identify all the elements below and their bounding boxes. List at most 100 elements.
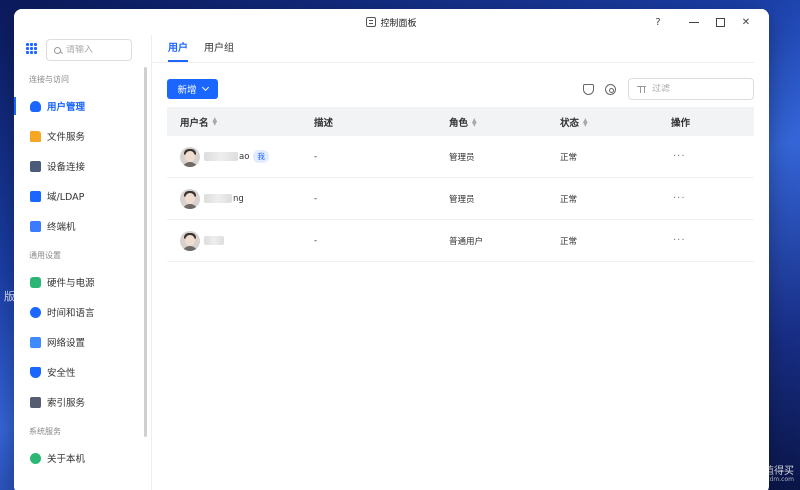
sidebar-item-label: 关于本机	[47, 454, 86, 465]
avatar	[180, 230, 200, 251]
control-panel-icon	[366, 17, 377, 27]
blurred-username	[204, 236, 224, 245]
close-icon: ✕	[741, 16, 751, 28]
sidebar-search-input[interactable]	[66, 45, 126, 55]
me-badge: 我	[253, 150, 269, 163]
title-bar[interactable]: 控制面板 ? ✕	[14, 9, 769, 35]
sort-icon: ▲ ▼	[583, 117, 588, 128]
column-role[interactable]: 角色 ▲ ▼	[449, 115, 560, 129]
shield-icon[interactable]	[583, 84, 594, 95]
control-separator	[671, 14, 681, 30]
app-grid-icon[interactable]	[26, 43, 37, 54]
avatar	[180, 188, 200, 209]
username-cell: ao 我	[167, 146, 314, 167]
more-actions-icon[interactable]: ···	[671, 193, 686, 204]
avatar	[180, 146, 200, 167]
sidebar-item-user-management[interactable]: 用户管理	[14, 91, 151, 121]
tab-bar: 用户 用户组	[152, 35, 754, 63]
table-header: 用户名 ▲ ▼ 描述 角色 ▲ ▼ 状态 ▲ ▼ 操作	[167, 107, 754, 136]
status-cell: 正常	[560, 236, 578, 247]
sidebar-item-device-connection[interactable]: 设备连接	[14, 151, 151, 181]
user-icon	[30, 100, 41, 112]
gear-icon[interactable]	[605, 84, 616, 95]
network-icon	[30, 336, 41, 348]
minimize-button[interactable]	[681, 14, 707, 30]
description-cell: -	[314, 235, 318, 246]
device-icon	[30, 160, 41, 172]
sidebar-item-hardware-power[interactable]: 硬件与电源	[14, 267, 151, 297]
search-icon	[54, 46, 61, 54]
table-row[interactable]: - 普通用户 正常 ···	[167, 220, 754, 262]
sidebar-top	[14, 35, 151, 65]
sidebar-search[interactable]	[46, 39, 132, 61]
chevron-down-icon	[201, 83, 209, 92]
sidebar-item-label: 设备连接	[47, 162, 86, 173]
minimize-icon	[689, 21, 699, 23]
blurred-username	[204, 152, 238, 161]
tab-users[interactable]: 用户	[168, 35, 188, 62]
table-row[interactable]: ng - 管理员 正常 ···	[167, 178, 754, 220]
status-cell: 正常	[560, 194, 578, 205]
sidebar-item-network[interactable]: 网络设置	[14, 327, 151, 357]
column-username[interactable]: 用户名 ▲ ▼	[167, 115, 314, 129]
sidebar-item-label: 用户管理	[47, 102, 86, 113]
maximize-icon	[715, 17, 725, 27]
sidebar: 连接与访问 用户管理 文件服务 设备连接 域/LDAP 终端机 通用设置 硬件与…	[14, 35, 152, 490]
sidebar-item-file-service[interactable]: 文件服务	[14, 121, 151, 151]
sidebar-item-time-language[interactable]: 时间和语言	[14, 297, 151, 327]
shield-icon	[30, 366, 41, 378]
sidebar-item-ldap[interactable]: 域/LDAP	[14, 181, 151, 211]
more-actions-icon[interactable]: ···	[671, 235, 686, 246]
info-icon	[30, 452, 41, 464]
sidebar-item-about[interactable]: 关于本机	[14, 443, 151, 473]
username-suffix: ao	[239, 151, 250, 162]
sidebar-item-index-service[interactable]: 索引服务	[14, 387, 151, 417]
hardware-icon	[30, 276, 41, 288]
filter-input[interactable]	[652, 84, 742, 94]
more-actions-icon[interactable]: ···	[671, 151, 686, 162]
sidebar-item-label: 硬件与电源	[47, 278, 95, 289]
window-controls: ? ✕	[645, 14, 759, 30]
sidebar-item-label: 终端机	[47, 222, 76, 233]
filter-field[interactable]	[628, 78, 754, 100]
index-icon	[30, 396, 41, 408]
sidebar-group-system: 系统服务	[29, 427, 61, 436]
description-cell: -	[314, 151, 318, 162]
new-button[interactable]: 新增	[167, 79, 218, 99]
sidebar-item-label: 文件服务	[47, 132, 86, 143]
sidebar-item-terminal[interactable]: 终端机	[14, 211, 151, 241]
sidebar-item-label: 索引服务	[47, 398, 86, 409]
column-actions: 操作	[671, 117, 691, 129]
role-cell: 普通用户	[449, 236, 484, 247]
sidebar-item-label: 网络设置	[47, 338, 86, 349]
column-status[interactable]: 状态 ▲ ▼	[560, 115, 671, 129]
table-row[interactable]: ao 我 - 管理员 正常 ···	[167, 136, 754, 178]
column-description: 描述	[314, 117, 334, 129]
blurred-username	[204, 194, 232, 203]
tab-user-groups[interactable]: 用户组	[204, 35, 234, 62]
clock-icon	[30, 306, 41, 318]
main-panel: 用户 用户组 新增 用户名▲▼ 描述 角色▲▼ 状态▲▼ 操作	[152, 35, 769, 490]
description-cell: -	[314, 193, 318, 204]
role-cell: 管理员	[449, 194, 475, 205]
sidebar-item-security[interactable]: 安全性	[14, 357, 151, 387]
terminal-icon	[30, 220, 41, 232]
filter-icon	[637, 85, 646, 93]
sidebar-item-label: 安全性	[47, 368, 76, 379]
sidebar-group-connect: 连接与访问	[29, 75, 69, 84]
new-button-label: 新增	[177, 85, 197, 96]
sidebar-group-general: 通用设置	[29, 251, 61, 260]
control-panel-window: 控制面板 ? ✕ 连接与访问 用户管理 文件服务	[14, 9, 769, 490]
help-button[interactable]: ?	[645, 14, 671, 30]
username-cell	[167, 230, 314, 251]
sidebar-item-label: 时间和语言	[47, 308, 95, 319]
sort-icon: ▲ ▼	[212, 115, 218, 127]
username-cell: ng	[167, 188, 314, 209]
folder-icon	[30, 130, 41, 142]
role-cell: 管理员	[449, 152, 475, 163]
close-button[interactable]: ✕	[733, 14, 759, 30]
username-suffix: ng	[233, 193, 244, 204]
status-cell: 正常	[560, 152, 578, 163]
maximize-button[interactable]	[707, 14, 733, 30]
users-table: 用户名 ▲ ▼ 描述 角色 ▲ ▼ 状态 ▲ ▼ 操作 ao 我 - 管理员 正常 ···	[167, 107, 754, 262]
